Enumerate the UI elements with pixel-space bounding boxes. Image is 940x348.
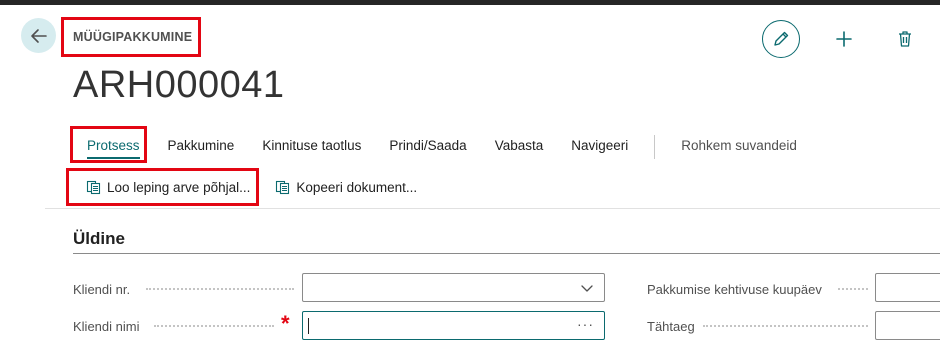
highlight-box-caption	[61, 17, 201, 57]
highlight-box-subaction	[66, 168, 259, 206]
customer-name-label: Kliendi nimi	[73, 319, 140, 334]
customer-name-field[interactable]: ···	[302, 311, 605, 340]
edit-button[interactable]	[762, 20, 800, 58]
chevron-down-icon[interactable]	[580, 281, 594, 295]
customer-no-label: Kliendi nr.	[73, 282, 131, 297]
copy-document-button[interactable]: Kopeeri dokument...	[275, 179, 417, 195]
leader-dots	[146, 288, 294, 290]
header-divider	[45, 208, 940, 209]
document-copy-icon	[275, 179, 291, 195]
back-arrow-icon	[30, 28, 47, 43]
lookup-button[interactable]: ···	[577, 316, 594, 332]
plus-icon	[836, 31, 852, 47]
quote-valid-until-field[interactable]	[875, 273, 940, 302]
top-border	[0, 0, 940, 5]
leader-dots	[154, 325, 274, 327]
quote-valid-until-label: Pakkumise kehtivuse kuupäev	[647, 282, 822, 297]
tab-prindi-saada[interactable]: Prindi/Saada	[375, 132, 480, 162]
required-indicator: *	[281, 311, 290, 336]
tab-kinnituse-taotlus[interactable]: Kinnituse taotlus	[248, 132, 375, 162]
add-button[interactable]	[829, 24, 859, 54]
menu-divider	[654, 135, 656, 159]
tab-vabasta[interactable]: Vabasta	[481, 132, 558, 162]
tab-pakkumine[interactable]: Pakkumine	[154, 132, 249, 162]
section-title: Üldine	[73, 229, 125, 248]
leader-dots	[703, 325, 868, 327]
text-cursor	[308, 318, 309, 334]
action-menu: Protsess Pakkumine Kinnituse taotlus Pri…	[72, 132, 811, 162]
highlight-box-menu	[70, 126, 147, 163]
more-options-button[interactable]: Rohkem suvandeid	[667, 132, 811, 162]
leader-dots	[838, 288, 868, 290]
section-underline	[73, 253, 940, 254]
pencil-icon	[774, 31, 789, 46]
trash-icon	[899, 31, 911, 47]
record-title: ARH000041	[73, 64, 285, 106]
due-date-field[interactable]	[875, 311, 940, 340]
delete-button[interactable]	[890, 24, 920, 54]
customer-no-field[interactable]	[302, 273, 605, 302]
tab-navigeeri[interactable]: Navigeeri	[557, 132, 642, 162]
back-button[interactable]	[21, 18, 56, 53]
copy-document-label: Kopeeri dokument...	[296, 179, 418, 195]
due-date-label: Tähtaeg	[647, 319, 695, 334]
